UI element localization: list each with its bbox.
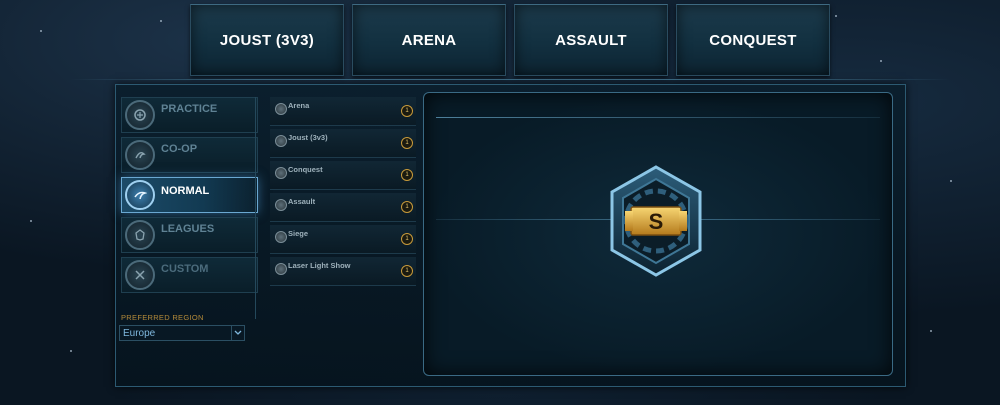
queue-icon <box>275 135 287 147</box>
smite-emblem-icon: S <box>610 165 702 277</box>
preview-panel: S <box>423 92 893 376</box>
queue-name: Siege <box>288 229 309 238</box>
queue-item-laser-light-show[interactable]: Laser Light Show 1 <box>270 257 416 286</box>
tab-conquest[interactable]: CONQUEST <box>676 4 830 76</box>
region-value: Europe <box>123 327 156 339</box>
queue-icon <box>275 167 287 179</box>
queue-item-joust[interactable]: Joust (3v3) 1 <box>270 129 416 158</box>
queue-badge: 1 <box>401 105 413 117</box>
normal-icon <box>125 180 155 210</box>
mode-label: CUSTOM <box>161 263 209 275</box>
mode-practice[interactable]: PRACTICE <box>121 97 258 133</box>
practice-icon <box>125 100 155 130</box>
mode-leagues[interactable]: LEAGUES <box>121 217 258 253</box>
queue-icon <box>275 263 287 275</box>
tab-joust-3v3[interactable]: JOUST (3V3) <box>190 4 344 76</box>
queue-item-arena[interactable]: Arena 1 <box>270 97 416 126</box>
mode-label: NORMAL <box>161 185 210 197</box>
queue-item-assault[interactable]: Assault 1 <box>270 193 416 222</box>
tab-arena[interactable]: ARENA <box>352 4 506 76</box>
queue-badge: 1 <box>401 265 413 277</box>
queue-badge: 1 <box>401 137 413 149</box>
tabs-divider <box>70 79 950 80</box>
leagues-icon <box>125 220 155 250</box>
queue-icon <box>275 231 287 243</box>
coop-icon <box>125 140 155 170</box>
queue-name: Arena <box>288 101 310 110</box>
chevron-down-icon <box>231 326 244 340</box>
queue-icon <box>275 199 287 211</box>
preview-top-rule <box>436 117 880 118</box>
queue-badge: 1 <box>401 169 413 181</box>
queue-name: Laser Light Show <box>288 261 351 270</box>
mode-menu: PRACTICE CO-OP NORMAL LEAGUES CUSTOM <box>121 97 258 297</box>
queue-name: Assault <box>288 197 316 206</box>
mode-custom[interactable]: CUSTOM <box>121 257 258 293</box>
queue-badge: 1 <box>401 233 413 245</box>
mode-label: CO-OP <box>161 143 198 155</box>
mode-label: PRACTICE <box>161 103 218 115</box>
queue-name: Joust (3v3) <box>288 133 328 142</box>
top-tabs: JOUST (3V3) ARENA ASSAULT CONQUEST <box>190 4 830 76</box>
region-select[interactable]: Europe <box>119 325 245 341</box>
preferred-region-label: PREFERRED REGION <box>121 313 204 322</box>
queue-name: Conquest <box>288 165 323 174</box>
queue-badge: 1 <box>401 201 413 213</box>
mode-normal[interactable]: NORMAL <box>121 177 258 213</box>
mode-label: LEAGUES <box>161 223 215 235</box>
queue-list: Arena 1 Joust (3v3) 1 Conquest 1 Assault… <box>270 97 416 289</box>
custom-icon <box>125 260 155 290</box>
mode-coop[interactable]: CO-OP <box>121 137 258 173</box>
queue-icon <box>275 103 287 115</box>
tab-assault[interactable]: ASSAULT <box>514 4 668 76</box>
queue-item-siege[interactable]: Siege 1 <box>270 225 416 254</box>
column-divider <box>255 97 256 319</box>
queue-item-conquest[interactable]: Conquest 1 <box>270 161 416 190</box>
svg-text:S: S <box>649 209 664 234</box>
